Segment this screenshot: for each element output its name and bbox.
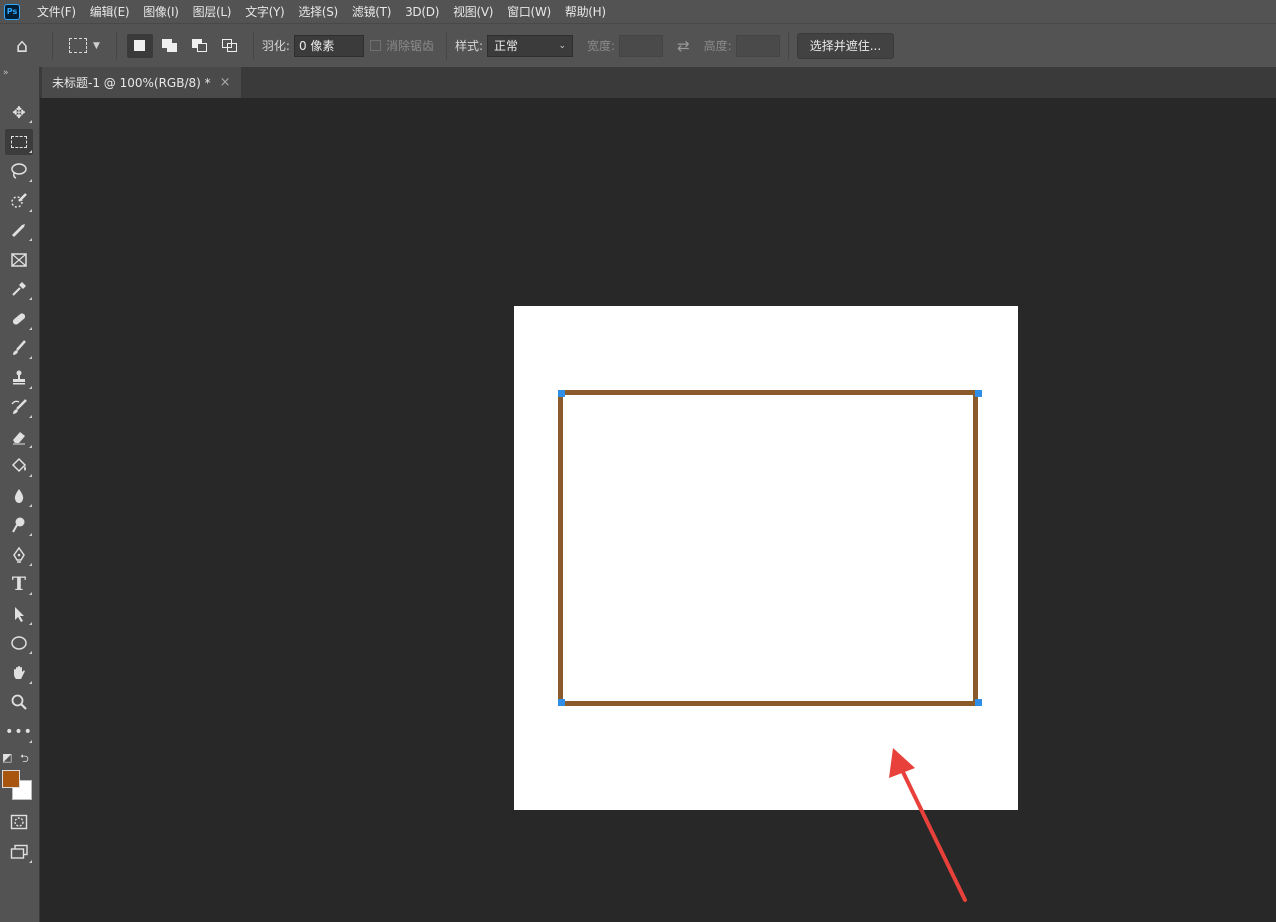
options-bar: ⌂ ▼ 羽化: 消除锯齿 样式: 正常 ⌄ 宽度: ⇄ 高度: 选择并遮住... [0, 23, 1276, 67]
canvas-workspace[interactable] [40, 98, 1276, 922]
rectangular-marquee-icon [69, 38, 87, 53]
feather-label: 羽化: [261, 39, 290, 53]
collapse-panel-icon[interactable]: » [3, 68, 9, 78]
style-label: 样式: [454, 39, 484, 53]
document-tab-title: 未标题-1 @ 100%(RGB/8) * [52, 76, 211, 90]
more-tools-icon[interactable]: ••• [5, 719, 33, 745]
blur-tool-icon[interactable] [5, 483, 33, 509]
divider [52, 31, 53, 60]
foreground-color-swatch[interactable] [2, 770, 20, 788]
menu-3d[interactable]: 3D(D) [398, 5, 446, 19]
menu-image[interactable]: 图像(I) [136, 3, 185, 20]
menu-filter[interactable]: 滤镜(T) [345, 3, 398, 20]
subtract-from-selection-button[interactable] [187, 34, 213, 58]
divider [252, 31, 254, 60]
type-tool-icon[interactable]: T [5, 571, 33, 597]
quick-selection-tool-icon[interactable] [5, 188, 33, 214]
path-selection-tool-icon[interactable] [5, 601, 33, 627]
eyedropper-tool-icon[interactable] [5, 276, 33, 302]
width-input[interactable] [619, 34, 664, 57]
width-label: 宽度: [587, 39, 616, 53]
home-icon[interactable]: ⌂ [0, 26, 44, 66]
anchor-point-top-right[interactable] [975, 390, 982, 397]
healing-brush-tool-icon[interactable] [5, 306, 33, 332]
swap-dimensions-icon[interactable]: ⇄ [677, 37, 690, 55]
intersect-selection-button[interactable] [217, 34, 243, 58]
style-select-value: 正常 [494, 39, 519, 53]
subtract-selection-icon [191, 38, 208, 53]
feather-input[interactable] [293, 34, 364, 57]
quick-mask-icon[interactable] [5, 809, 33, 835]
tools-panel: » ✥ T ••• ◩ ⮌ [0, 67, 40, 922]
zoom-tool-icon[interactable] [5, 689, 33, 715]
select-and-mask-button[interactable]: 选择并遮住... [796, 32, 895, 59]
add-to-selection-button[interactable] [157, 34, 183, 58]
divider [787, 31, 789, 60]
photoshop-logo-icon: Ps [4, 3, 20, 20]
ellipse-tool-icon[interactable] [5, 630, 33, 656]
chevron-down-icon: ⌄ [558, 40, 567, 51]
paint-bucket-tool-icon[interactable] [5, 453, 33, 479]
clone-stamp-tool-icon[interactable] [5, 365, 33, 391]
style-select[interactable]: 正常 ⌄ [487, 34, 574, 57]
antialias-checkbox[interactable] [369, 40, 381, 51]
dodge-tool-icon[interactable] [5, 512, 33, 538]
height-input[interactable] [735, 34, 780, 57]
crop-tool-icon[interactable] [5, 217, 33, 243]
close-icon[interactable]: × [220, 75, 231, 90]
menu-bar: Ps 文件(F) 编辑(E) 图像(I) 图层(L) 文字(Y) 选择(S) 滤… [0, 0, 1276, 23]
screen-mode-icon[interactable] [5, 839, 33, 865]
swap-colors-icon[interactable]: ⮌ [20, 750, 29, 769]
divider [445, 31, 447, 60]
document-tab-bar: 未标题-1 @ 100%(RGB/8) * × [40, 67, 1276, 98]
anchor-point-top-left[interactable] [558, 390, 565, 397]
hand-tool-icon[interactable] [5, 660, 33, 686]
menu-edit[interactable]: 编辑(E) [83, 3, 136, 20]
anchor-point-bottom-left[interactable] [558, 699, 565, 706]
menu-type[interactable]: 文字(Y) [238, 3, 291, 20]
brush-tool-icon[interactable] [5, 335, 33, 361]
menu-file[interactable]: 文件(F) [30, 3, 83, 20]
menu-window[interactable]: 窗口(W) [500, 3, 558, 20]
menu-layer[interactable]: 图层(L) [186, 3, 239, 20]
intersect-selection-icon [221, 38, 238, 53]
menu-view[interactable]: 视图(V) [446, 3, 500, 20]
rectangle-frame-shape[interactable] [558, 390, 978, 706]
document-tab[interactable]: 未标题-1 @ 100%(RGB/8) * × [42, 67, 241, 98]
tool-preset-picker[interactable]: ▼ [61, 31, 108, 61]
menu-help[interactable]: 帮助(H) [558, 3, 613, 20]
history-brush-tool-icon[interactable] [5, 394, 33, 420]
pen-tool-icon[interactable] [5, 542, 33, 568]
rectangular-marquee-tool-icon[interactable] [5, 129, 33, 155]
chevron-down-icon: ▼ [93, 40, 100, 51]
new-selection-button[interactable] [126, 33, 153, 58]
height-label: 高度: [703, 39, 732, 53]
move-tool-icon[interactable]: ✥ [5, 99, 33, 125]
eraser-tool-icon[interactable] [5, 424, 33, 450]
new-selection-icon [134, 40, 146, 51]
menu-select[interactable]: 选择(S) [291, 3, 344, 20]
lasso-tool-icon[interactable] [5, 158, 33, 184]
anchor-point-bottom-right[interactable] [975, 699, 982, 706]
antialias-label: 消除锯齿 [385, 39, 434, 53]
add-selection-icon [161, 38, 178, 53]
frame-tool-icon[interactable] [5, 247, 33, 273]
default-colors-icon[interactable]: ◩ [2, 751, 12, 764]
divider [115, 31, 117, 60]
document-canvas[interactable] [514, 306, 1018, 810]
